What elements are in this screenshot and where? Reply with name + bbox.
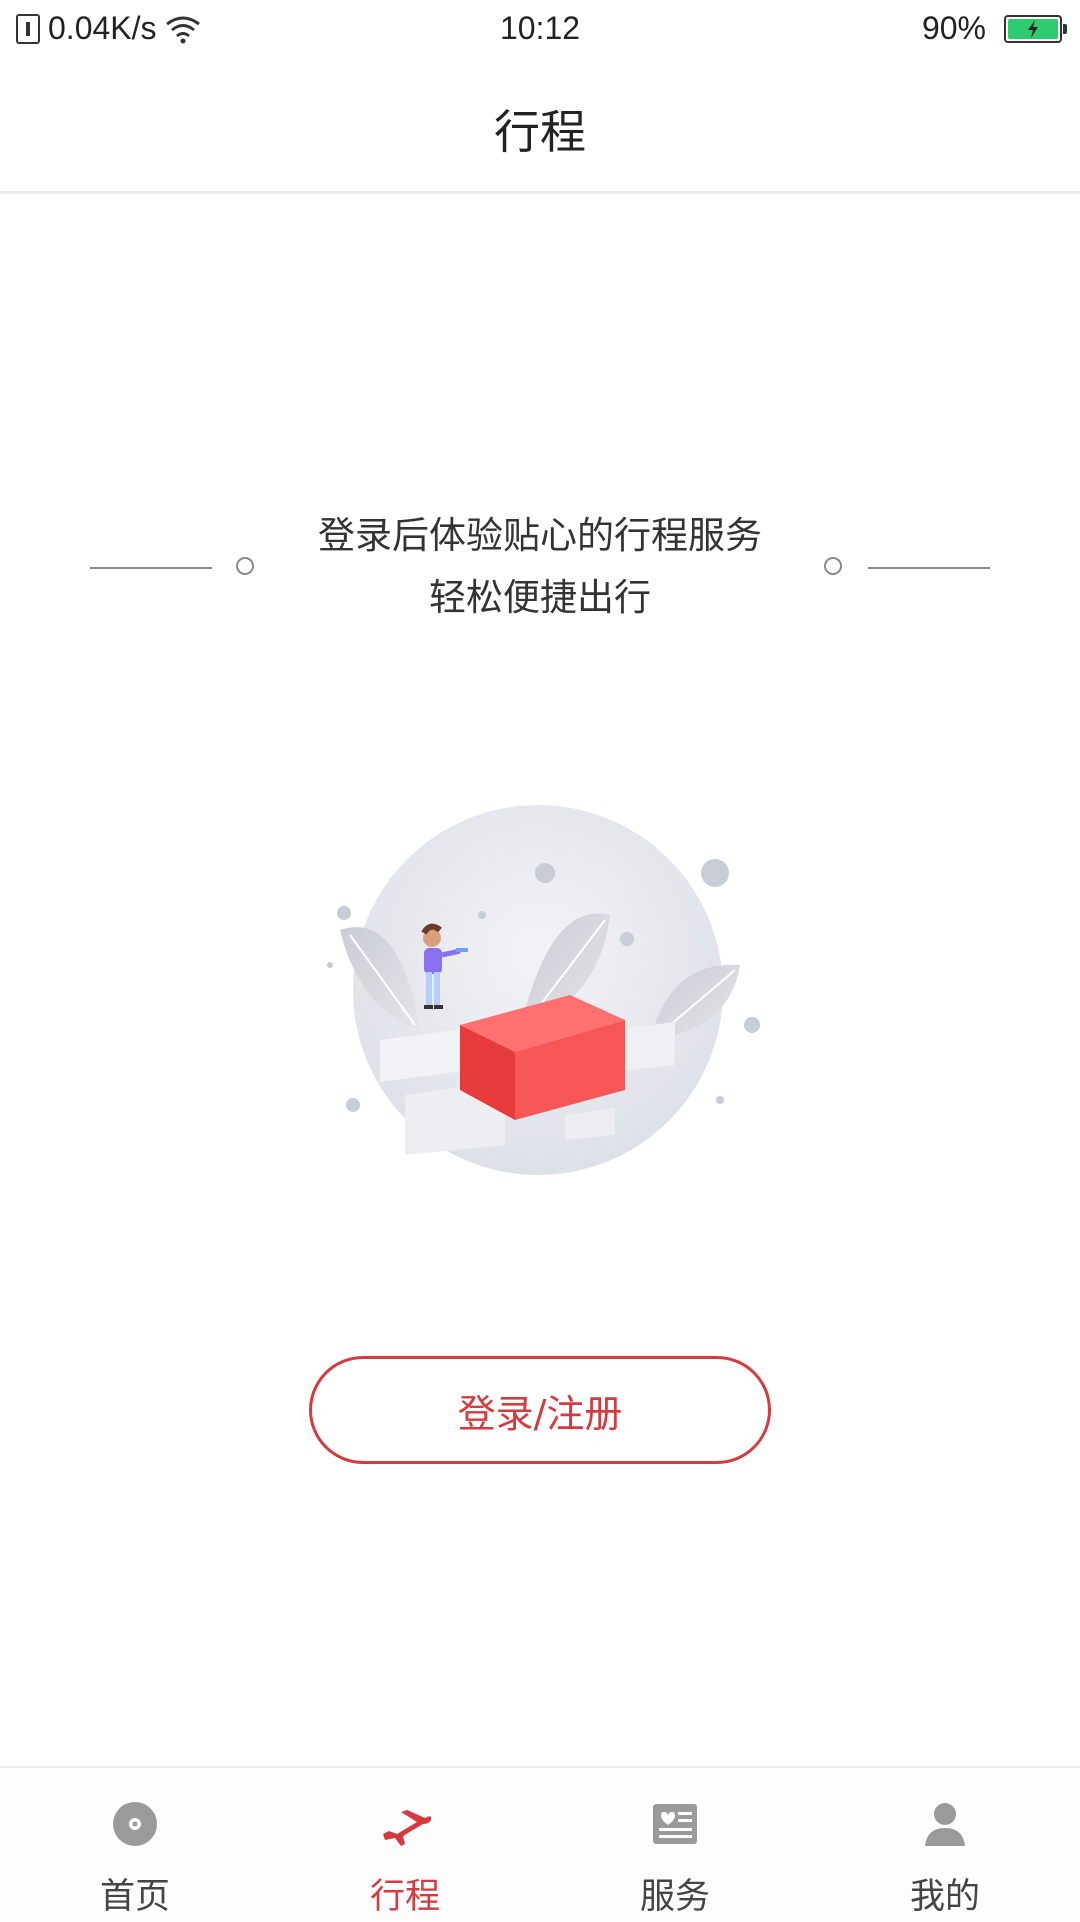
tab-itinerary-label: 行程 [369, 1877, 440, 1917]
service-icon [653, 1804, 697, 1844]
status-bar: 0.04K/s 10:12 90% [0, 0, 1080, 58]
bottom-tab-bar: 首页 行程 服务 我的 [0, 1766, 1080, 1922]
home-icon [113, 1802, 157, 1846]
tab-service[interactable]: 服务 [540, 1768, 810, 1922]
nav-bar: 行程 [0, 58, 1080, 194]
status-time: 10:12 [499, 10, 581, 46]
battery-percent: 90% [921, 10, 986, 46]
tab-itinerary[interactable]: 行程 [270, 1768, 540, 1922]
battery-icon [1004, 14, 1067, 43]
tab-mine[interactable]: 我的 [810, 1768, 1080, 1922]
user-icon [925, 1803, 965, 1846]
login-prompt: 登录后体验贴心的行程服务 轻松便捷出行 [0, 505, 1080, 629]
login-register-button[interactable]: 登录/注册 [309, 1356, 771, 1464]
plane-icon [383, 1810, 431, 1846]
tab-service-label: 服务 [639, 1877, 710, 1917]
status-right: 90% [921, 10, 1067, 47]
page-title: 行程 [494, 105, 586, 159]
tab-mine-label: 我的 [909, 1877, 980, 1917]
empty-state-illustration [327, 805, 760, 1175]
prompt-line-1: 登录后体验贴心的行程服务 [318, 514, 762, 557]
tab-home-label: 首页 [99, 1877, 170, 1917]
tab-home[interactable]: 首页 [0, 1768, 270, 1922]
prompt-line-2: 轻松便捷出行 [429, 576, 651, 619]
